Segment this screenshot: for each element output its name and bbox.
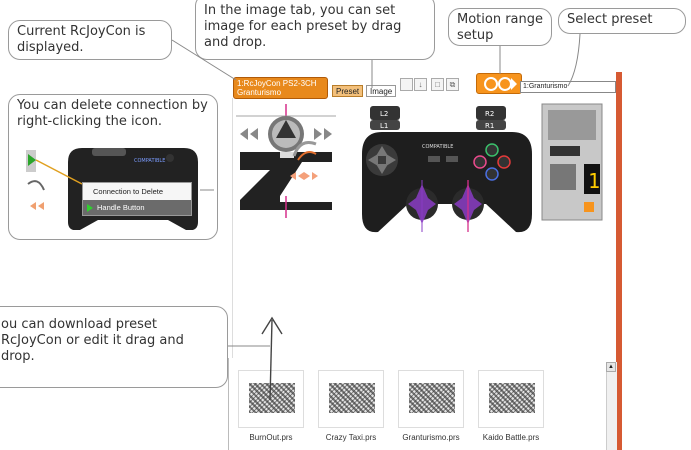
preset-file-label: Kaido Battle.prs	[482, 433, 540, 442]
gamepad-art: L2 L1 R2 R1 COMPATIBLE	[362, 106, 532, 233]
svg-text:R1: R1	[485, 122, 494, 130]
toolbar-copy-icon[interactable]: ⧉	[446, 78, 459, 91]
menu-item-handle-button[interactable]: Handle Button	[83, 200, 191, 215]
svg-text:1: 1	[588, 169, 600, 193]
toolbar-square-icon[interactable]: □	[431, 78, 444, 91]
file-panel-scrollbar[interactable]	[606, 362, 617, 450]
file-panel-edge	[228, 358, 229, 450]
menu-item-handle-label: Handle Button	[97, 203, 145, 212]
callout-image-tab: In the image tab, you can set image for …	[195, 0, 435, 60]
preset-file-thumb-granturismo[interactable]	[398, 370, 464, 428]
preset-title-line1: 1:RcJoyCon PS2-3CH	[237, 79, 317, 88]
preset-file-thumb-burnout[interactable]	[238, 370, 304, 428]
svg-text:COMPATIBLE: COMPATIBLE	[134, 158, 165, 164]
current-preset-title: 1:RcJoyCon PS2-3CH Granturismo	[233, 77, 328, 99]
menu-item-delete-connection[interactable]: Connection to Delete	[83, 184, 191, 199]
preset-file-thumb-crazy-taxi[interactable]	[318, 370, 384, 428]
motion-range-button[interactable]	[476, 73, 522, 94]
preset-select[interactable]: 1:Granturismo	[520, 81, 616, 93]
play-icon	[87, 204, 93, 212]
callout-motion-range: Motion range setup	[448, 8, 552, 46]
trigger-arrows-art	[290, 141, 318, 180]
tab-image[interactable]: Image	[366, 85, 397, 97]
preset-title-line2: Granturismo	[237, 88, 282, 97]
callout-current-rcjoycon: Current RcJoyCon is displayed.	[8, 20, 172, 60]
context-menu: Connection to Delete Handle Button	[82, 182, 192, 216]
preset-file-label: Granturismo.prs	[402, 433, 460, 442]
circuit-board-art: 1	[541, 103, 603, 221]
preset-file-thumb-kaido-battle[interactable]	[478, 370, 544, 428]
callout-download-preset: ou can download preset RcJoyCon or edit …	[0, 306, 228, 388]
preset-file-label: BurnOut.prs	[249, 433, 293, 442]
preset-file-label: Crazy Taxi.prs	[325, 433, 377, 442]
svg-text:L1: L1	[380, 122, 388, 130]
panel-divider	[232, 98, 233, 358]
svg-text:L2: L2	[380, 110, 388, 118]
svg-text:R2: R2	[485, 110, 494, 118]
svg-text:COMPATIBLE: COMPATIBLE	[422, 144, 453, 150]
scroll-up-arrow-icon[interactable]: ▲	[606, 362, 616, 372]
callout-delete-text: You can delete connection by right-click…	[17, 98, 208, 129]
tab-preset[interactable]: Preset	[332, 85, 364, 97]
callout-select-preset: Select preset	[558, 8, 686, 34]
toolbar-blank-button[interactable]	[400, 78, 413, 91]
motion-range-icon	[484, 77, 517, 91]
toolbar-down-arrow-icon[interactable]: ↓	[414, 78, 427, 91]
